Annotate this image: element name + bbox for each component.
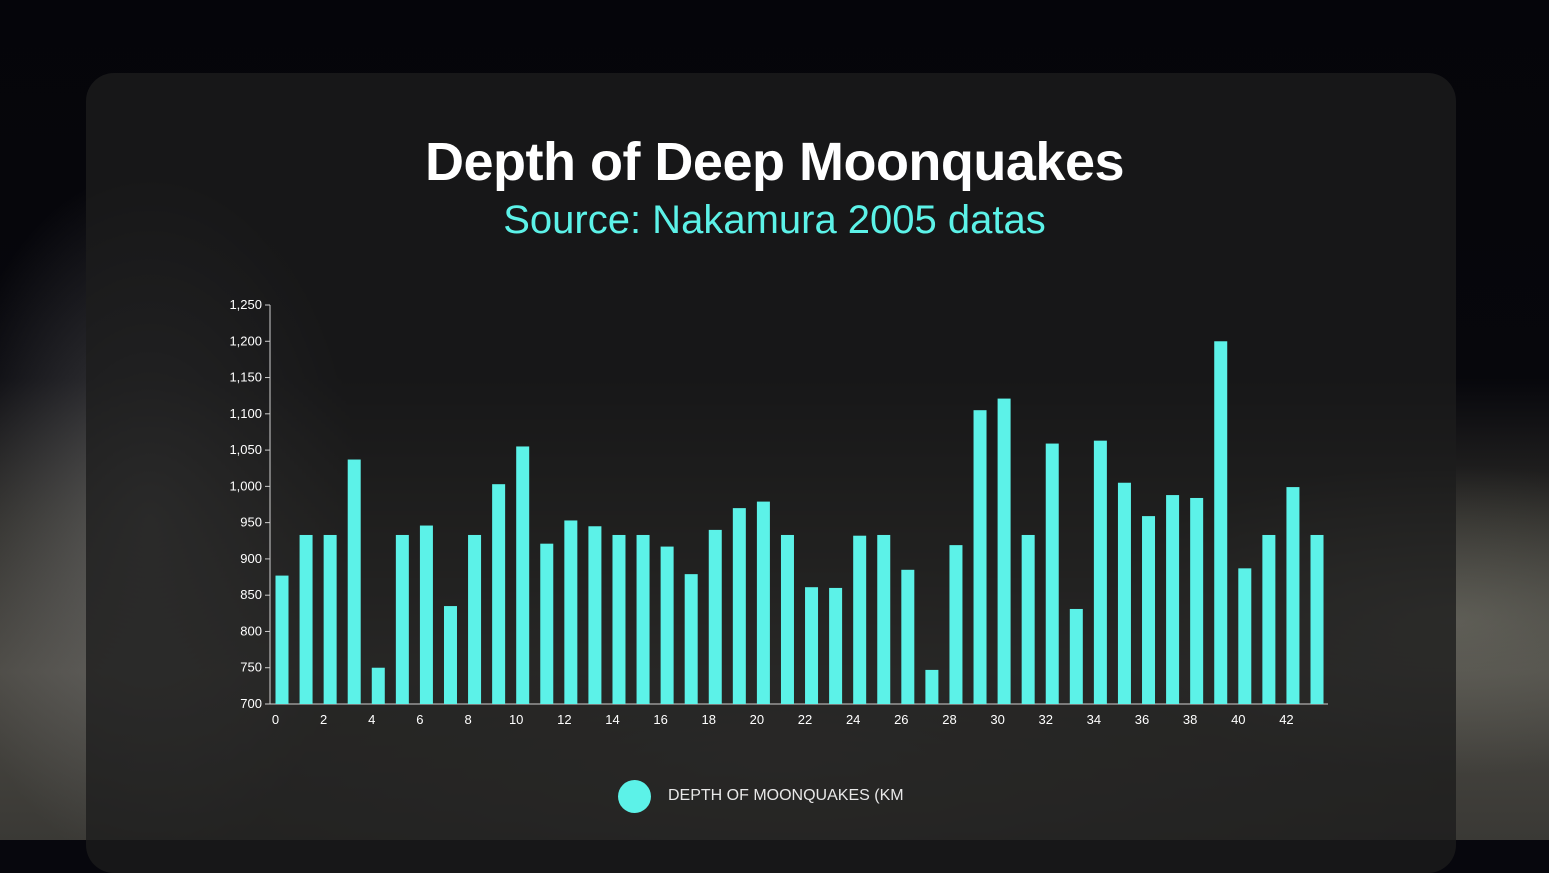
y-tick-label: 1,000 <box>229 478 262 493</box>
bar <box>853 535 867 704</box>
bar <box>1117 482 1131 704</box>
y-tick-label: 1,100 <box>229 406 262 421</box>
bar <box>780 534 794 704</box>
bar <box>1069 608 1083 704</box>
x-tick-label: 24 <box>846 712 860 727</box>
bar-chart: 700 750 800 850 900 950 1,000 1,050 1,100 1,150 1,… <box>229 297 1328 727</box>
bar <box>660 546 674 704</box>
y-tick-label: 1,200 <box>229 333 262 348</box>
x-tick-label: 8 <box>464 712 471 727</box>
bar <box>1214 341 1228 704</box>
x-axis: 0 2 4 6 8 10 12 14 16 18 20 22 24 26 28 30 32 34 36 38 40 42 <box>270 703 1328 727</box>
bar <box>468 534 482 704</box>
bar <box>612 534 626 704</box>
x-tick-label: 26 <box>894 712 908 727</box>
bar <box>973 410 987 704</box>
bar <box>443 606 457 704</box>
y-tick-label: 900 <box>240 551 262 566</box>
y-tick-label: 1,150 <box>229 370 262 385</box>
bar <box>708 529 722 704</box>
x-tick-label: 12 <box>557 712 571 727</box>
bars <box>275 341 1324 704</box>
x-tick-label: 28 <box>942 712 956 727</box>
bar <box>564 520 578 704</box>
bar <box>1262 534 1276 704</box>
y-tick-label: 800 <box>240 623 262 638</box>
bar <box>371 667 385 704</box>
bar <box>756 501 770 704</box>
legend-swatch <box>618 779 651 813</box>
bar <box>925 669 939 704</box>
x-tick-label: 36 <box>1135 712 1149 727</box>
x-tick-label: 34 <box>1087 712 1101 727</box>
x-tick-label: 32 <box>1039 712 1053 727</box>
bar <box>1021 534 1035 704</box>
y-tick-label: 750 <box>240 660 262 675</box>
bar <box>516 446 530 704</box>
x-tick-label: 0 <box>272 712 279 727</box>
bar <box>1045 443 1059 704</box>
x-tick-label: 14 <box>605 712 619 727</box>
bar <box>877 534 891 704</box>
x-tick-label: 30 <box>990 712 1004 727</box>
bar <box>949 545 963 704</box>
bar <box>1286 487 1300 704</box>
y-axis: 700 750 800 850 900 950 1,000 1,050 1,100 1,150 1,… <box>229 297 271 711</box>
bar <box>395 534 409 704</box>
bar <box>1166 495 1180 704</box>
y-tick-label: 1,250 <box>229 297 262 312</box>
bar <box>588 526 602 704</box>
bar <box>323 534 337 704</box>
y-tick-label: 850 <box>240 587 262 602</box>
x-tick-label: 40 <box>1231 712 1245 727</box>
x-tick-label: 4 <box>368 712 375 727</box>
bar <box>540 543 554 704</box>
y-tick-label: 950 <box>240 515 262 530</box>
bar <box>997 398 1011 704</box>
x-tick-label: 18 <box>702 712 716 727</box>
x-tick-label: 38 <box>1183 712 1197 727</box>
x-tick-label: 42 <box>1279 712 1293 727</box>
bar <box>684 574 698 704</box>
x-tick-label: 22 <box>798 712 812 727</box>
bar <box>732 508 746 704</box>
bar <box>1142 516 1156 704</box>
bar <box>901 569 915 704</box>
bar <box>1190 497 1204 704</box>
bar <box>275 575 289 704</box>
legend: DEPTH OF MOONQUAKES (KM <box>618 778 904 814</box>
bar <box>299 534 313 704</box>
bar <box>347 459 361 704</box>
x-tick-label: 20 <box>750 712 764 727</box>
bar <box>492 484 506 704</box>
bar <box>829 587 843 704</box>
y-tick-label: 1,050 <box>229 442 262 457</box>
x-tick-label: 6 <box>416 712 423 727</box>
bar <box>1310 534 1324 704</box>
bar <box>636 534 650 704</box>
y-tick-label: 700 <box>240 696 262 711</box>
x-tick-label: 16 <box>653 712 667 727</box>
legend-label: DEPTH OF MOONQUAKES (KM <box>668 787 904 804</box>
x-tick-label: 10 <box>509 712 523 727</box>
x-tick-label: 2 <box>320 712 327 727</box>
bar <box>805 587 819 704</box>
bar <box>419 525 433 704</box>
bar <box>1093 440 1107 704</box>
bar <box>1238 568 1252 704</box>
